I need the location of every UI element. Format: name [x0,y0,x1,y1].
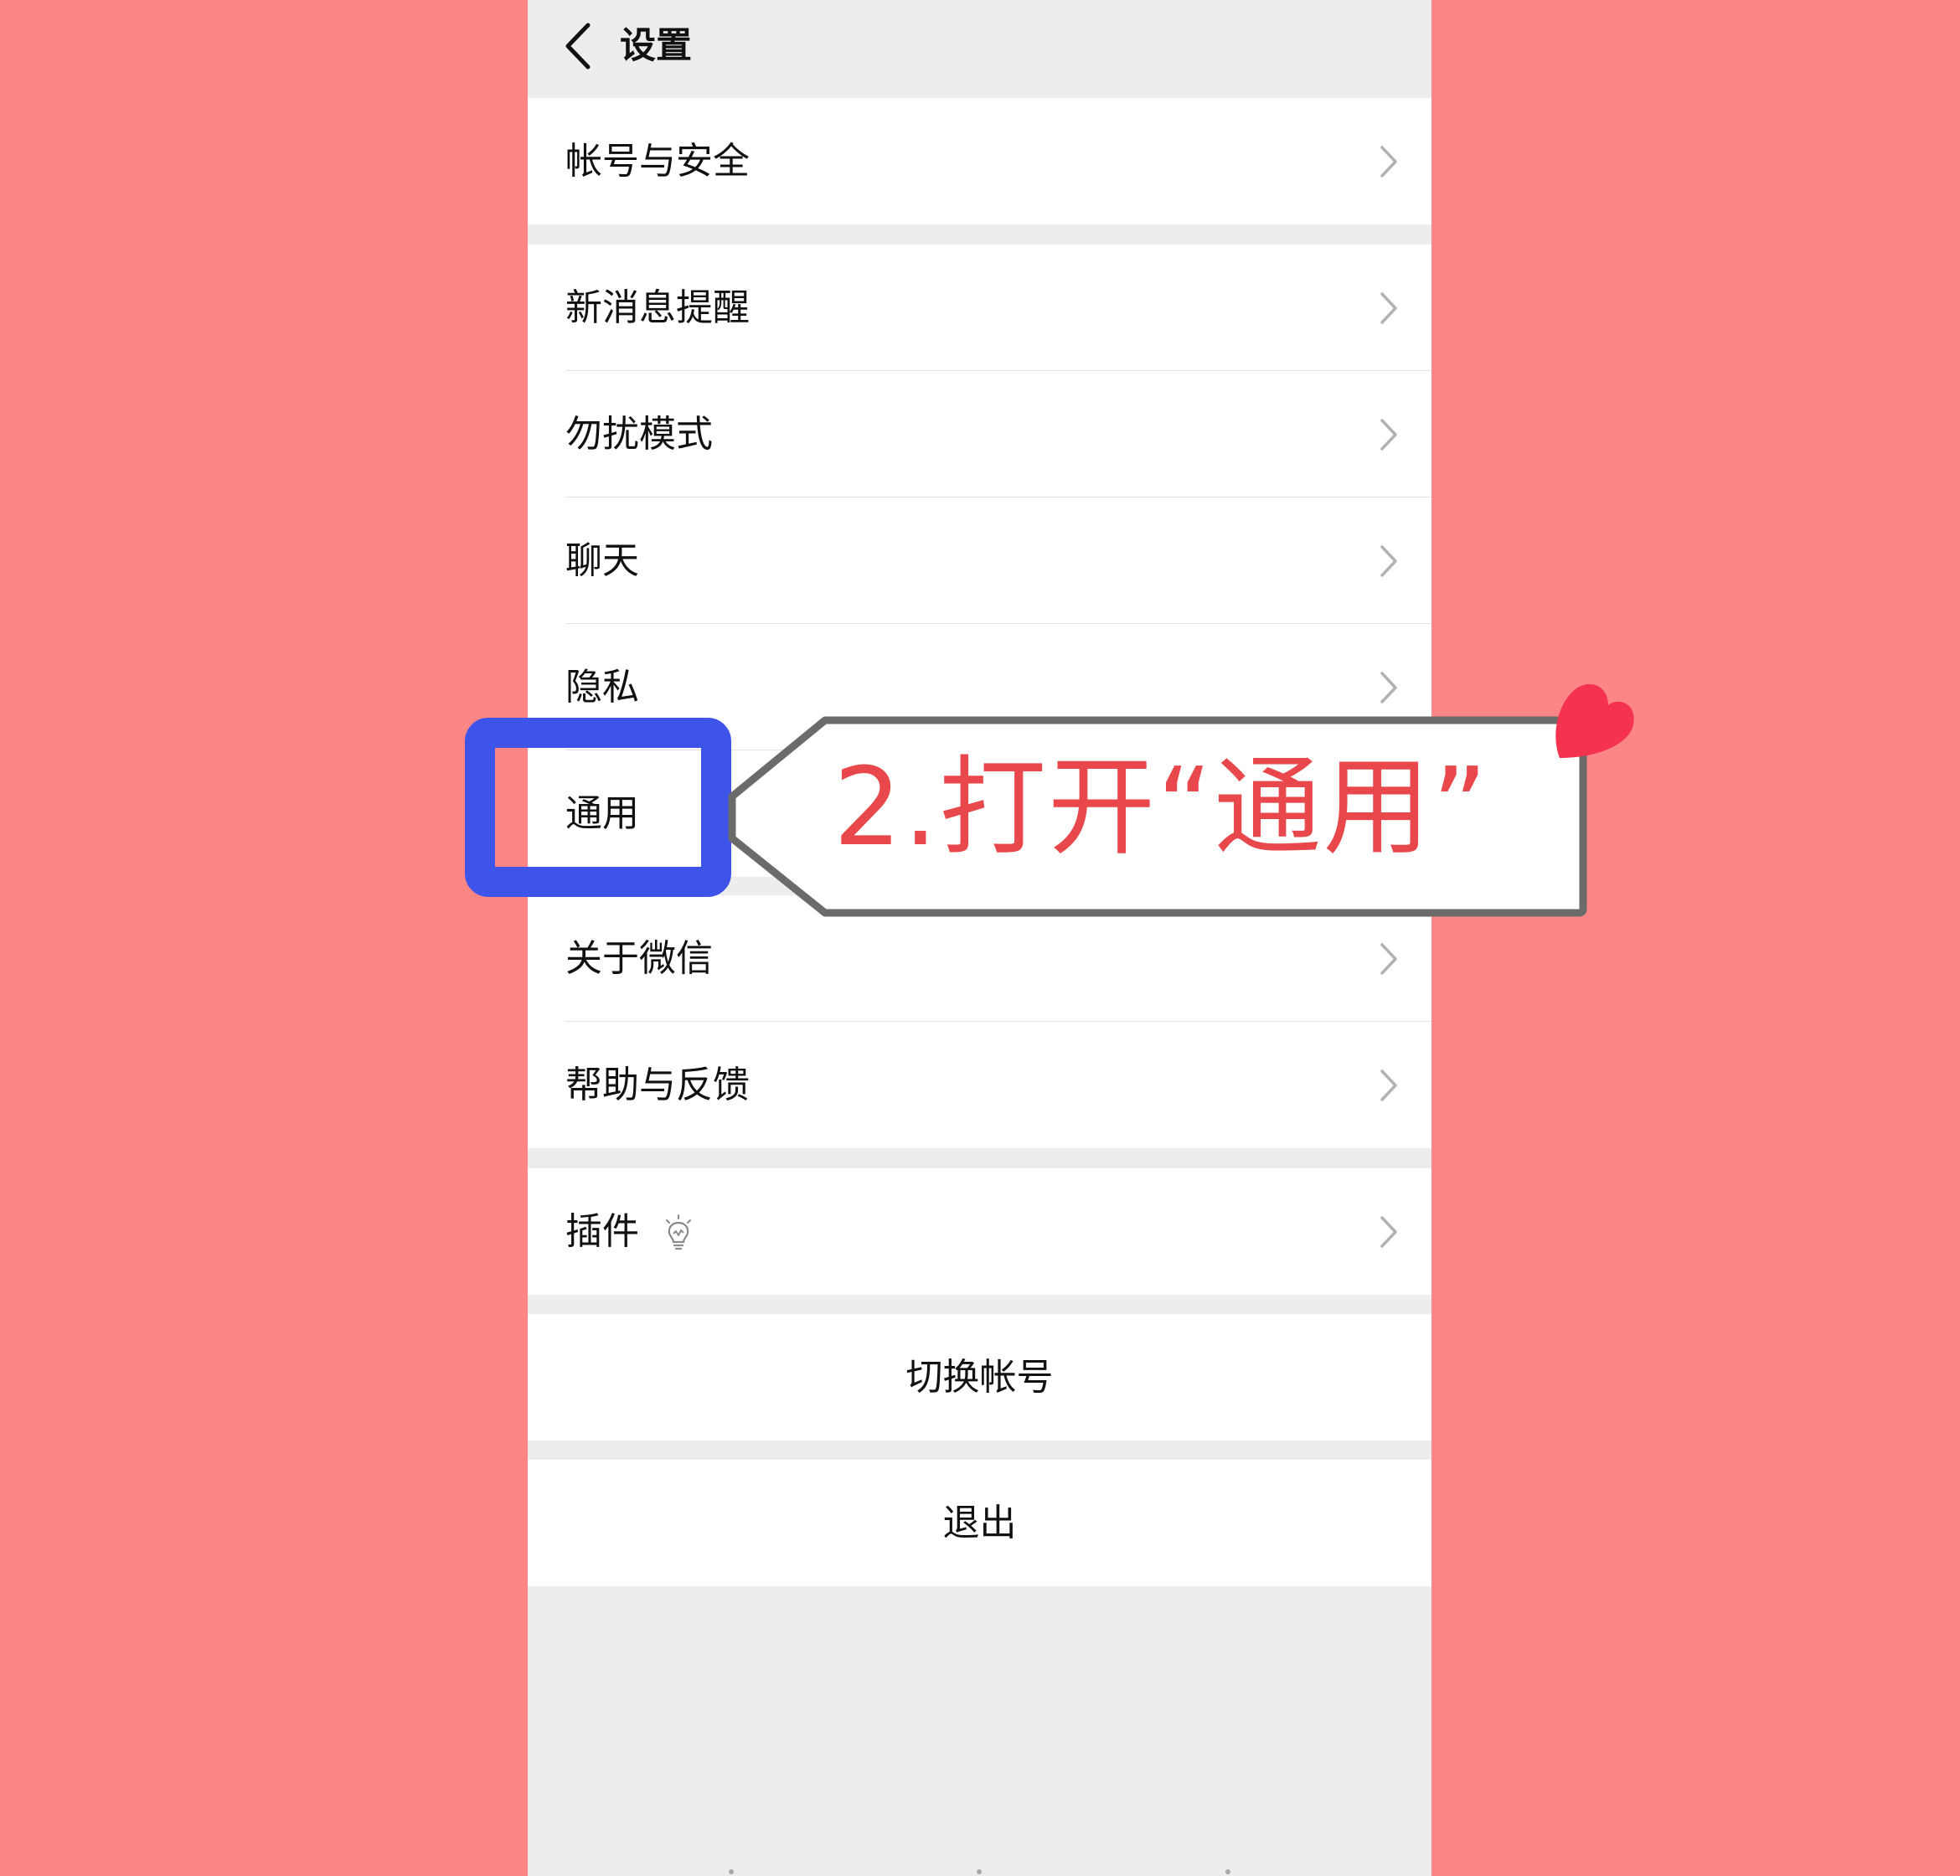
nav-indicator[interactable] [1225,1869,1230,1874]
settings-item-label: 关于微信 [565,937,713,980]
chevron-right-icon [1380,671,1397,704]
chevron-right-icon [1380,544,1397,577]
nav-indicator[interactable] [977,1869,982,1874]
chevron-right-icon [1380,1069,1397,1101]
settings-item-label: 插件 [565,1210,639,1253]
settings-item-label: 聊天 [565,539,639,582]
chevron-left-icon[interactable] [553,18,611,74]
heart-icon [1555,683,1634,758]
switch-account-button[interactable]: 切换帐号 [528,1314,1431,1440]
settings-item-about-wechat[interactable]: 关于微信 [528,895,1431,1022]
settings-item-plugins[interactable]: 插件 [528,1168,1431,1295]
settings-group-plugins: 插件 [528,1168,1431,1295]
settings-item-label: 通用 [565,792,639,835]
system-nav-bar [528,1859,1431,1876]
logout-label: 退出 [942,1502,1017,1544]
switch-account-group: 切换帐号 [528,1314,1431,1440]
settings-item-do-not-disturb[interactable]: 勿扰模式 [528,371,1431,497]
settings-item-chat[interactable]: 聊天 [528,497,1431,624]
settings-item-label: 新消息提醒 [565,286,750,329]
settings-item-label: 帐号与安全 [565,140,750,183]
logout-button[interactable]: 退出 [528,1460,1431,1586]
settings-item-label: 帮助与反馈 [565,1064,750,1106]
chevron-right-icon [1380,145,1397,178]
settings-item-account-security[interactable]: 帐号与安全 [528,98,1431,224]
chevron-right-icon [1380,942,1397,975]
switch-account-label: 切换帐号 [905,1356,1054,1399]
settings-group-account: 帐号与安全 [528,98,1431,224]
settings-item-label: 隐私 [565,666,639,709]
logout-group: 退出 [528,1460,1431,1586]
chevron-right-icon [1380,1215,1397,1248]
settings-item-help-feedback[interactable]: 帮助与反馈 [528,1022,1431,1148]
settings-item-privacy[interactable]: 隐私 [528,624,1431,750]
lightbulb-icon [666,1214,691,1250]
chevron-right-icon [1380,291,1397,324]
nav-indicator[interactable] [729,1869,734,1874]
settings-group-about: 关于微信 帮助与反馈 [528,895,1431,1148]
wechat-settings-screen: 设置 帐号与安全 新消息提醒 勿扰模式 聊天 隐私 通用 关于微信 帮助与反馈 … [528,0,1431,1876]
chevron-right-icon [1380,418,1397,451]
callout-text: 2.打开“通用” [833,745,1489,870]
settings-item-label: 勿扰模式 [565,413,713,456]
top-bar: 设置 [528,0,1431,98]
settings-item-notifications[interactable]: 新消息提醒 [528,245,1431,371]
page-title: 设置 [620,25,692,67]
